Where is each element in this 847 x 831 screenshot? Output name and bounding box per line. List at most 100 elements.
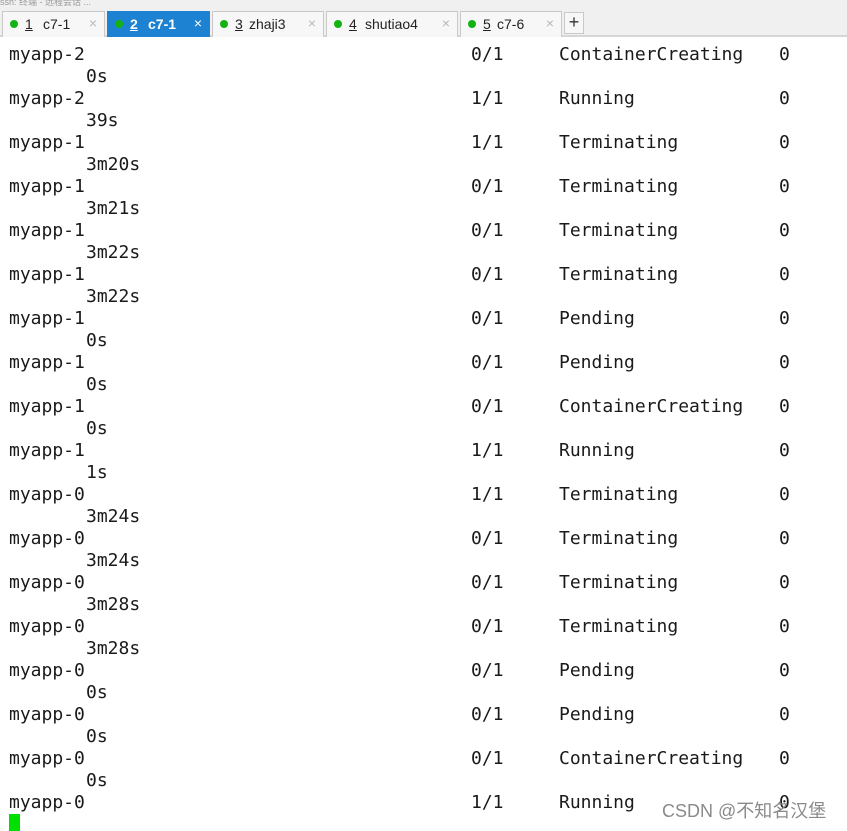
pod-name: myapp-0	[9, 704, 85, 725]
pod-ready: 0/1	[471, 396, 504, 417]
pod-name: myapp-0	[9, 748, 85, 769]
pod-ready: 0/1	[471, 220, 504, 241]
pod-age: 3m28s	[86, 638, 141, 659]
pod-ready: 1/1	[471, 132, 504, 153]
pod-ready: 0/1	[471, 264, 504, 285]
pod-ready: 0/1	[471, 308, 504, 329]
pod-age: 3m24s	[86, 506, 141, 527]
pod-status: Running	[559, 440, 635, 461]
terminal-cursor	[9, 814, 20, 831]
pod-status: ContainerCreating	[559, 748, 744, 769]
tab-number: 2	[130, 16, 138, 32]
terminal-output[interactable]: myapp-2 0/1 ContainerCreating 0 0s myapp-2 1/1…	[0, 37, 847, 831]
pod-age: 0s	[86, 374, 108, 395]
window-title: ssh: 终端 - 远程会话 ...	[0, 0, 92, 7]
pod-age: 3m22s	[86, 286, 141, 307]
pod-ready: 1/1	[471, 792, 504, 813]
close-icon[interactable]: ×	[442, 15, 450, 31]
pod-ready: 0/1	[471, 704, 504, 725]
green-dot-icon	[334, 20, 342, 28]
pod-name: myapp-1	[9, 220, 85, 241]
green-dot-icon	[468, 20, 476, 28]
pod-status: Terminating	[559, 484, 679, 505]
pod-restarts: 0	[779, 748, 790, 769]
tab-title: c7-1	[43, 16, 71, 32]
pod-status: Pending	[559, 704, 635, 725]
pod-age: 0s	[86, 770, 108, 791]
pod-restarts: 0	[779, 176, 790, 197]
pod-name: myapp-0	[9, 572, 85, 593]
plus-icon[interactable]: +	[564, 12, 584, 34]
pod-restarts: 0	[779, 396, 790, 417]
tab-4[interactable]: 4 shutiao4 ×	[326, 11, 458, 37]
pod-name: myapp-1	[9, 440, 85, 461]
tab-3[interactable]: 3 zhaji3 ×	[212, 11, 324, 37]
pod-ready: 0/1	[471, 528, 504, 549]
pod-name: myapp-2	[9, 44, 85, 65]
green-dot-icon	[220, 20, 228, 28]
pod-status: Terminating	[559, 176, 679, 197]
pod-age: 0s	[86, 726, 108, 747]
pod-name: myapp-0	[9, 528, 85, 549]
tab-number: 5	[483, 16, 491, 32]
pod-age: 0s	[86, 418, 108, 439]
tab-title: c7-1	[148, 16, 177, 32]
tab-title: zhaji3	[249, 16, 286, 32]
pod-ready: 0/1	[471, 44, 504, 65]
pod-status: Terminating	[559, 132, 679, 153]
tab-1[interactable]: 1 c7-1 ×	[2, 11, 105, 37]
tab-title: shutiao4	[365, 16, 418, 32]
pod-status: ContainerCreating	[559, 44, 744, 65]
pod-age: 3m28s	[86, 594, 141, 615]
pod-status: ContainerCreating	[559, 396, 744, 417]
pod-name: myapp-1	[9, 352, 85, 373]
pod-status: Terminating	[559, 220, 679, 241]
pod-status: Terminating	[559, 572, 679, 593]
pod-restarts: 0	[779, 264, 790, 285]
tab-title: c7-6	[497, 16, 525, 32]
pod-age: 1s	[86, 462, 108, 483]
pod-restarts: 0	[779, 572, 790, 593]
pod-status: Running	[559, 792, 635, 813]
pod-ready: 0/1	[471, 176, 504, 197]
green-dot-icon	[10, 20, 18, 28]
tab-2[interactable]: 2 c7-1 ×	[107, 11, 210, 37]
close-icon[interactable]: ×	[194, 15, 202, 31]
pod-restarts: 0	[779, 616, 790, 637]
pod-ready: 1/1	[471, 88, 504, 109]
pod-age: 0s	[86, 682, 108, 703]
pod-restarts: 0	[779, 704, 790, 725]
tab-number: 1	[25, 16, 33, 32]
pod-restarts: 0	[779, 132, 790, 153]
close-icon[interactable]: ×	[89, 15, 97, 31]
pod-ready: 0/1	[471, 616, 504, 637]
pod-ready: 0/1	[471, 352, 504, 373]
pod-status: Terminating	[559, 616, 679, 637]
green-dot-icon	[115, 20, 123, 28]
close-icon[interactable]: ×	[546, 15, 554, 31]
watermark: CSDN @不知名汉堡	[662, 801, 827, 821]
pod-name: myapp-0	[9, 792, 85, 813]
pod-restarts: 0	[779, 44, 790, 65]
pod-ready: 0/1	[471, 572, 504, 593]
pod-status: Pending	[559, 308, 635, 329]
pod-name: myapp-1	[9, 396, 85, 417]
close-icon[interactable]: ×	[308, 15, 316, 31]
pod-name: myapp-1	[9, 176, 85, 197]
pod-status: Terminating	[559, 528, 679, 549]
pod-name: myapp-1	[9, 308, 85, 329]
pod-ready: 1/1	[471, 484, 504, 505]
pod-restarts: 0	[779, 660, 790, 681]
pod-age: 3m24s	[86, 550, 141, 571]
pod-name: myapp-0	[9, 660, 85, 681]
pod-status: Running	[559, 88, 635, 109]
pod-age: 3m21s	[86, 198, 141, 219]
pod-restarts: 0	[779, 484, 790, 505]
pod-restarts: 0	[779, 308, 790, 329]
tab-number: 4	[349, 16, 357, 32]
pod-restarts: 0	[779, 528, 790, 549]
pod-name: myapp-1	[9, 264, 85, 285]
pod-restarts: 0	[779, 220, 790, 241]
tab-5[interactable]: 5 c7-6 ×	[460, 11, 562, 37]
pod-name: myapp-0	[9, 484, 85, 505]
